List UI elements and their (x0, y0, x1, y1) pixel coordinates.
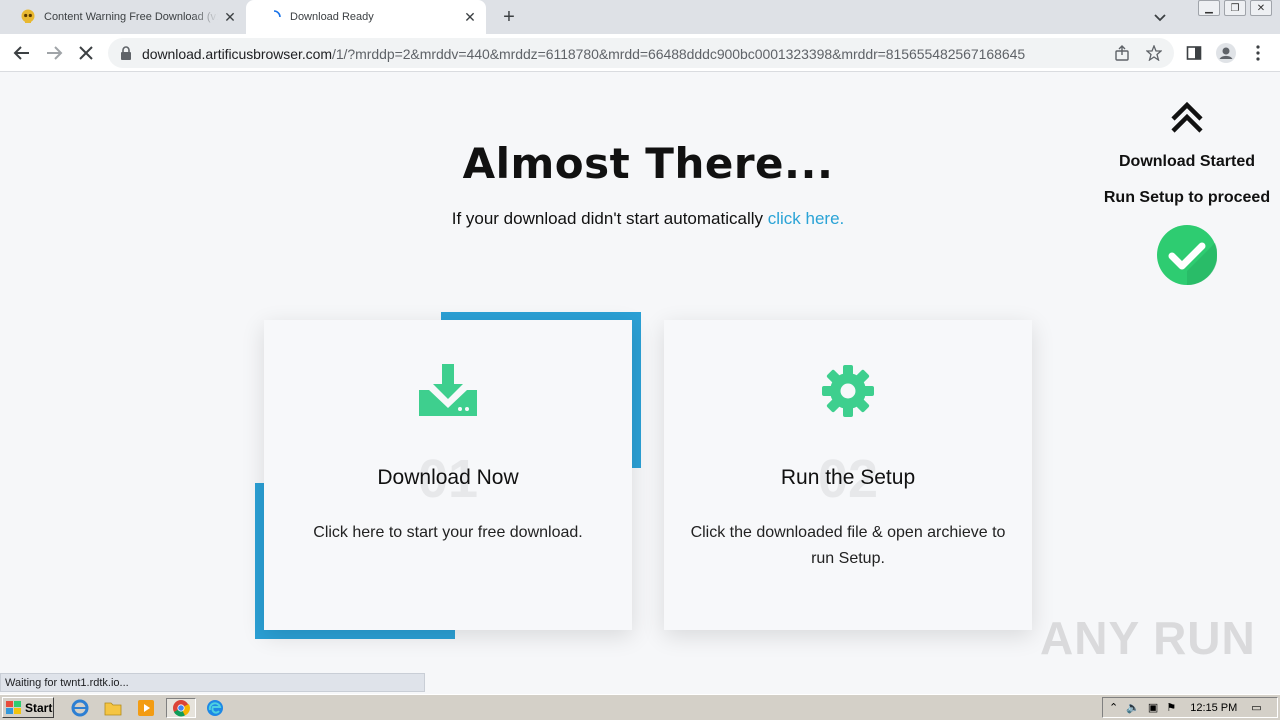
stop-loading-icon[interactable] (76, 43, 96, 63)
start-button[interactable]: Start (2, 697, 54, 718)
page-content: Almost There... If your download didn't … (0, 73, 1280, 693)
gear-icon (821, 364, 875, 423)
start-label: Start (25, 700, 53, 715)
tab-download-ready[interactable]: Download Ready ✕ (246, 0, 486, 34)
download-started-text: Download Started (1118, 153, 1255, 170)
card-title: Run the Setup (780, 466, 916, 489)
internet-explorer-icon[interactable] (70, 698, 90, 718)
anyrun-watermark: ANY RUN (1040, 612, 1256, 664)
minimize-icon[interactable]: ▁ (1198, 0, 1220, 16)
restore-icon[interactable]: ❐ (1224, 0, 1246, 16)
card-title: Download Now (377, 466, 519, 489)
share-icon[interactable] (1112, 43, 1132, 63)
volume-icon[interactable]: 🔈 (1126, 701, 1140, 714)
forward-arrow-icon[interactable] (44, 43, 64, 63)
network-icon[interactable]: ▣ (1148, 701, 1158, 714)
page-subtitle: If your download didn't start automatica… (0, 209, 1280, 229)
side-panel-icon[interactable] (1184, 43, 1204, 63)
click-here-link[interactable]: click here. (768, 209, 845, 228)
new-tab-icon[interactable]: + (498, 6, 520, 28)
tab-search-icon[interactable] (1152, 9, 1168, 25)
address-bar[interactable]: download.artificusbrowser.com/1/?mrddp=2… (108, 38, 1174, 68)
browser-toolbar: download.artificusbrowser.com/1/?mrddp=2… (0, 34, 1280, 72)
bookmark-star-icon[interactable] (1144, 43, 1164, 63)
windows-taskbar: Start ⌃ 🔈 ▣ ⚑ 12:15 PM ▭ (0, 694, 1280, 720)
system-tray: ⌃ 🔈 ▣ ⚑ 12:15 PM ▭ (1102, 697, 1278, 718)
url-path: /1/?mrddp=2&mrddv=440&mrddz=6118780&mrdd… (331, 46, 1026, 62)
window-controls: ▁ ❐ ✕ (1198, 0, 1272, 16)
status-bar: Waiting for twnt1.rdtk.io... (0, 673, 425, 692)
tab-strip: Content Warning Free Download (v1 ✕ Down… (0, 0, 1280, 34)
url-host: download.artificusbrowser.com (142, 46, 332, 62)
close-window-icon[interactable]: ✕ (1250, 0, 1272, 16)
kebab-menu-icon[interactable] (1248, 43, 1268, 63)
url-text[interactable]: download.artificusbrowser.com/1/?mrddp=2… (142, 46, 1025, 62)
subtitle-text: If your download didn't start automatica… (451, 209, 764, 228)
edge-icon[interactable] (205, 698, 225, 718)
back-arrow-icon[interactable] (12, 43, 32, 63)
file-explorer-icon[interactable] (103, 698, 123, 718)
tab-content-warning[interactable]: Content Warning Free Download (v1 ✕ (0, 0, 246, 34)
check-circle-icon (1096, 225, 1278, 290)
show-desktop-icon[interactable]: ▭ (1251, 701, 1261, 714)
tab-title: Download Ready (290, 11, 374, 23)
card-description: Click here to start your free download. (313, 524, 583, 541)
skull-favicon-icon (20, 9, 36, 25)
loading-spinner-icon (266, 9, 282, 25)
double-chevron-up-icon (1096, 93, 1278, 153)
windows-logo-icon (6, 700, 21, 714)
action-center-flag-icon[interactable]: ⚑ (1166, 701, 1176, 714)
taskbar-clock[interactable]: 12:15 PM (1190, 702, 1237, 714)
page-title: Almost There... (462, 139, 834, 188)
chrome-taskbar-icon[interactable] (166, 698, 196, 718)
tab-title: Content Warning Free Download (v1 (44, 11, 218, 23)
tray-expand-icon[interactable]: ⌃ (1109, 701, 1118, 714)
card-description: Click the downloaded file & open archiev… (690, 524, 1006, 567)
download-now-card[interactable]: 01 Download Now Click here to start your… (264, 320, 632, 630)
close-tab-icon[interactable]: ✕ (462, 9, 478, 25)
media-player-icon[interactable] (136, 698, 156, 718)
download-started-panel: Download Started Run Setup to proceed (1096, 93, 1278, 290)
run-setup-card[interactable]: 02 Run the Setup Click the downloaded fi… (664, 320, 1032, 630)
download-tray-icon (419, 364, 477, 423)
run-setup-text: Run Setup to proceed (1103, 189, 1271, 206)
lock-icon[interactable] (120, 46, 132, 65)
close-tab-icon[interactable]: ✕ (222, 9, 238, 25)
profile-avatar-icon[interactable] (1216, 43, 1236, 63)
